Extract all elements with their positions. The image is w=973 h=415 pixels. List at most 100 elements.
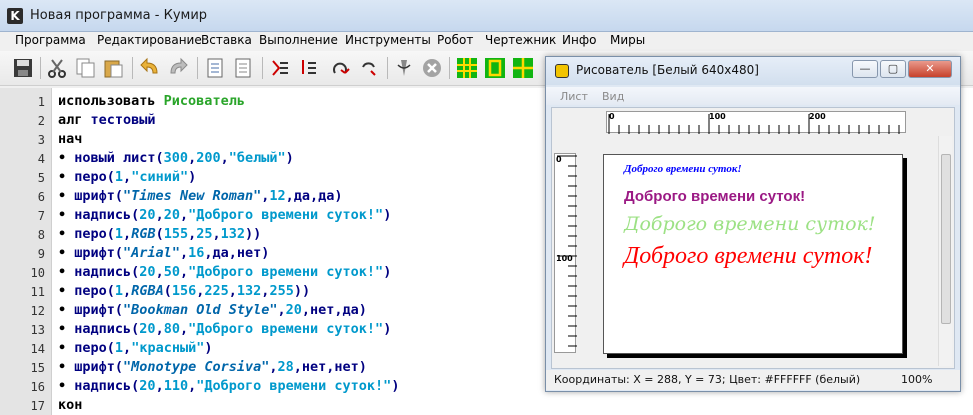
code-token: надпись( xyxy=(74,321,140,337)
bug-icon[interactable] xyxy=(391,55,417,81)
menu-view[interactable]: Вид xyxy=(602,90,624,103)
scrollbar-thumb[interactable] xyxy=(941,154,951,324)
code-token: Рисователь xyxy=(163,93,245,109)
code-line[interactable]: • шрифт("Monotype Corsiva",28,нет,нет) xyxy=(58,359,367,375)
menu-info[interactable]: Инфо xyxy=(562,33,596,47)
code-token: • xyxy=(58,302,75,318)
code-token: шрифт( xyxy=(74,245,124,261)
code-token: шрифт( xyxy=(74,302,124,318)
code-token: 155 xyxy=(163,226,189,242)
code-line[interactable]: использовать Рисователь xyxy=(58,93,245,109)
code-token: ) xyxy=(188,169,197,185)
robot-field-icon[interactable] xyxy=(482,55,508,81)
line-number: 16 xyxy=(30,380,45,394)
paste-icon[interactable] xyxy=(100,55,126,81)
menu-program[interactable]: Программа xyxy=(15,33,86,47)
drawn-text-corsiva: Доброго времени суток! xyxy=(624,243,873,269)
loop-step-icon[interactable] xyxy=(355,55,381,81)
code-token: 50 xyxy=(163,264,180,280)
code-token: ( xyxy=(155,226,164,242)
cut-icon[interactable] xyxy=(44,55,70,81)
loop-icon[interactable] xyxy=(327,55,353,81)
menu-insert[interactable]: Вставка xyxy=(201,33,252,47)
line-number: 7 xyxy=(37,209,45,223)
code-token: новый лист( xyxy=(74,150,164,166)
code-line[interactable]: • перо(1,"синий") xyxy=(58,169,196,185)
code-token: • xyxy=(58,207,75,223)
code-line[interactable]: • надпись(20,110,"Доброго времени суток!… xyxy=(58,378,399,394)
vertical-scrollbar[interactable] xyxy=(938,136,952,366)
drawing-area[interactable]: 0 100 200 0 100 Доброго времени суток! Д… xyxy=(551,107,955,369)
code-line[interactable]: кон xyxy=(58,397,82,413)
menu-run[interactable]: Выполнение xyxy=(259,33,338,47)
step-in-icon[interactable] xyxy=(202,55,228,81)
line-number: 6 xyxy=(37,190,45,204)
code-token: перо( xyxy=(74,283,115,299)
code-token: перо( xyxy=(74,226,115,242)
code-token: "белый" xyxy=(228,150,286,166)
code-token: ,да,нет) xyxy=(204,245,270,261)
code-token: "Times New Roman" xyxy=(123,188,262,204)
code-token: ) xyxy=(383,264,392,280)
code-token: 16 xyxy=(188,245,205,261)
close-button[interactable]: ✕ xyxy=(908,60,952,78)
minimize-button[interactable]: — xyxy=(852,60,878,78)
code-line[interactable]: • надпись(20,80,"Доброго времени суток!"… xyxy=(58,321,391,337)
code-line[interactable]: • перо(1,RGB(155,25,132)) xyxy=(58,226,261,242)
code-token: , xyxy=(228,283,237,299)
code-line[interactable]: • надпись(20,20,"Доброго времени суток!"… xyxy=(58,207,391,223)
drawn-text-times: Доброго времени суток! xyxy=(624,163,742,175)
code-token: • xyxy=(58,264,75,280)
undo-icon[interactable] xyxy=(137,55,163,81)
code-token: использовать xyxy=(58,93,164,109)
code-line[interactable]: • шрифт("Times New Roman",12,да,да) xyxy=(58,188,343,204)
code-line[interactable]: • шрифт("Arial",16,да,нет) xyxy=(58,245,269,261)
step-icon[interactable] xyxy=(295,55,321,81)
menu-worlds[interactable]: Миры xyxy=(610,33,645,47)
code-token: 1 xyxy=(114,169,124,185)
menu-edit[interactable]: Редактирование xyxy=(97,33,202,47)
code-line[interactable]: алг тестовый xyxy=(58,112,156,128)
code-line[interactable]: • перо(1,"красный") xyxy=(58,340,212,356)
code-token: , xyxy=(123,283,132,299)
code-line[interactable]: • перо(1,RGBA(156,225,132,255)) xyxy=(58,283,310,299)
maximize-button[interactable]: ▢ xyxy=(880,60,906,78)
vertical-ruler: 0 100 xyxy=(554,153,577,353)
menu-drawer[interactable]: Чертежник xyxy=(485,33,556,47)
code-token: 20 xyxy=(139,378,156,394)
menu-sheet[interactable]: Лист xyxy=(560,90,588,103)
drawing-sheet[interactable]: Доброго времени суток! Доброго времени с… xyxy=(603,154,903,354)
code-token: , xyxy=(269,359,278,375)
drawer-icon[interactable] xyxy=(510,55,536,81)
code-token: 20 xyxy=(163,207,180,223)
drawer-title: Рисователь [Белый 640x480] xyxy=(576,63,759,77)
line-number: 11 xyxy=(30,285,45,299)
copy-icon[interactable] xyxy=(72,55,98,81)
code-token: 1 xyxy=(114,226,124,242)
code-token: )) xyxy=(293,283,311,299)
menu-tools[interactable]: Инструменты xyxy=(345,33,431,47)
ruler-label-v0: 0 xyxy=(556,155,562,164)
code-token: перо( xyxy=(74,340,115,356)
code-token: ) xyxy=(383,207,392,223)
grid-icon[interactable] xyxy=(454,55,480,81)
drawer-title-bar[interactable]: Рисователь [Белый 640x480] — ▢ ✕ xyxy=(546,57,960,85)
line-number: 8 xyxy=(37,228,45,242)
step-out-icon[interactable] xyxy=(230,55,256,81)
code-line[interactable]: • новый лист(300,200,"белый") xyxy=(58,150,294,166)
code-token: , xyxy=(155,207,164,223)
code-line[interactable]: • шрифт("Bookman Old Style",20,нет,да) xyxy=(58,302,367,318)
code-token: • xyxy=(58,359,75,375)
drawn-text-arial: Доброго времени суток! xyxy=(624,188,806,205)
code-token: нач xyxy=(58,131,83,147)
redo-icon[interactable] xyxy=(165,55,191,81)
stop-icon[interactable] xyxy=(419,55,445,81)
code-token: ,нет,да) xyxy=(301,302,367,318)
save-icon[interactable] xyxy=(10,55,36,81)
code-line[interactable]: нач xyxy=(58,131,82,147)
code-line[interactable]: • надпись(20,50,"Доброго времени суток!"… xyxy=(58,264,391,280)
menu-robot[interactable]: Робот xyxy=(437,33,473,47)
run-icon[interactable] xyxy=(267,55,293,81)
sheet-container: Доброго времени суток! Доброго времени с… xyxy=(577,136,937,368)
code-token: • xyxy=(58,226,75,242)
